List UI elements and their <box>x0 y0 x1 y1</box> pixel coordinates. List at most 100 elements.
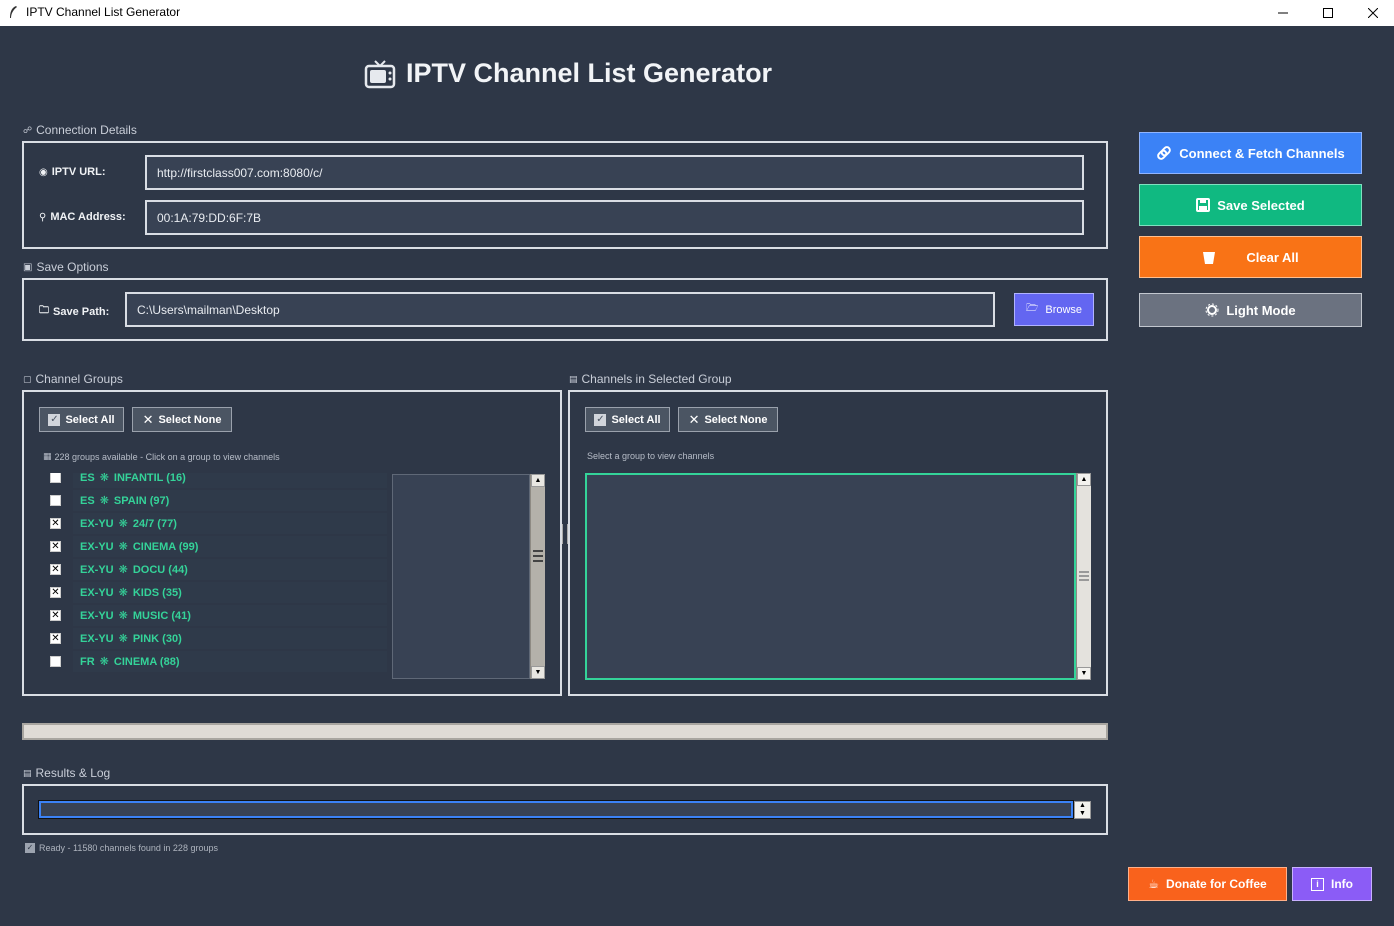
group-label: EX-YU ❋ DOCU (44) <box>73 559 387 580</box>
trash-icon <box>1203 252 1216 264</box>
light-mode-label: Light Mode <box>1226 302 1296 318</box>
donate-label: Donate for Coffee <box>1166 877 1267 891</box>
check-icon: ✓ <box>48 413 61 426</box>
group-checkbox[interactable]: ✕ <box>50 610 61 621</box>
progress-bar <box>22 723 1108 740</box>
info-button[interactable]: i Info <box>1292 867 1372 901</box>
group-label: EX-YU ❋ KIDS (35) <box>73 582 387 603</box>
group-list[interactable]: ES ❋ INFANTIL (16) ES ❋ SPAIN (97) ✕ EX-YU ❋ 2… <box>39 473 389 679</box>
group-checkbox[interactable] <box>50 473 61 483</box>
status-text: Ready - 11580 channels found in 228 grou… <box>39 843 218 853</box>
groups-info: ▦ 228 groups available - Click on a grou… <box>43 451 280 462</box>
channels-select-none-button[interactable]: ✕ Select None <box>678 407 778 432</box>
list-item[interactable]: ✕ EX-YU ❋ CINEMA (99) <box>39 535 389 558</box>
group-list-scrollbar[interactable]: ▲ ▼ <box>530 474 545 679</box>
list-item[interactable]: ✕ EX-YU ❋ MUSIC (41) <box>39 604 389 627</box>
clear-all-button[interactable]: Clear All <box>1139 236 1362 278</box>
channel-list-scrollbar[interactable]: ▲ ▼ <box>1076 473 1091 680</box>
group-label: EX-YU ❋ 24/7 (77) <box>73 513 387 534</box>
check-icon: ✓ <box>594 413 607 426</box>
clear-all-label: Clear All <box>1246 249 1299 265</box>
x-icon: ✕ <box>688 411 700 427</box>
channels-select-all-button[interactable]: ✓ Select All <box>585 407 670 432</box>
donate-button[interactable]: ☕ Donate for Coffee <box>1128 867 1287 901</box>
app-header: IPTV Channel List Generator <box>364 58 772 89</box>
save-section-label: ▣ Save Options <box>23 260 109 274</box>
connect-fetch-label: Connect & Fetch Channels <box>1179 145 1345 161</box>
save-selected-label: Save Selected <box>1217 197 1305 213</box>
scroll-down-arrow[interactable]: ▼ <box>1077 667 1091 680</box>
log-section-title: Results & Log <box>35 766 111 780</box>
sparkle-icon: ❋ <box>99 656 109 668</box>
group-checkbox[interactable]: ✕ <box>50 518 61 529</box>
window-titlebar: IPTV Channel List Generator <box>0 0 1394 26</box>
sparkle-icon: ❋ <box>118 518 128 530</box>
scroll-grip <box>1079 571 1089 573</box>
light-mode-button[interactable]: Light Mode <box>1139 293 1362 327</box>
mac-label: ⚲ MAC Address: <box>39 211 126 223</box>
list-item[interactable]: ✕ EX-YU ❋ 24/7 (77) <box>39 512 389 535</box>
connection-section-label: ☍ Connection Details <box>23 123 137 137</box>
groups-select-all-label: Select All <box>65 413 115 426</box>
save-selected-button[interactable]: Save Selected <box>1139 184 1362 226</box>
group-checkbox[interactable]: ✕ <box>50 541 61 552</box>
log-scrollbar[interactable]: ▲ ▼ <box>1074 801 1091 819</box>
channels-info-text: Select a group to view channels <box>587 451 715 461</box>
group-checkbox[interactable]: ✕ <box>50 633 61 644</box>
window-title: IPTV Channel List Generator <box>26 5 181 19</box>
scroll-grip <box>533 550 543 552</box>
log-text-area[interactable] <box>38 800 1074 819</box>
save-path-input[interactable]: C:\Users\mailman\Desktop <box>125 292 995 327</box>
close-button[interactable] <box>1350 0 1394 26</box>
floppy-icon: ▣ <box>23 261 33 273</box>
check-box-icon: ✓ <box>25 843 35 853</box>
save-section-title: Save Options <box>36 260 109 274</box>
url-input[interactable]: http://firstclass007.com:8080/c/ <box>145 155 1084 190</box>
group-checkbox[interactable]: ✕ <box>50 564 61 575</box>
list-item[interactable]: ES ❋ INFANTIL (16) <box>39 473 389 489</box>
clipboard-icon: ▤ <box>23 767 32 778</box>
list-item[interactable]: ✕ EX-YU ❋ KIDS (35) <box>39 581 389 604</box>
x-icon: ✕ <box>142 411 154 427</box>
channel-list[interactable] <box>585 473 1076 680</box>
channels-select-none-label: Select None <box>704 413 768 426</box>
sparkle-icon: ❋ <box>118 564 128 576</box>
browse-button[interactable]: 🗁 Browse <box>1014 293 1094 326</box>
minimize-button[interactable] <box>1260 0 1306 26</box>
scroll-up-arrow[interactable]: ▲ <box>1077 473 1091 486</box>
browse-label: Browse <box>1045 303 1083 316</box>
list-item[interactable]: ✕ EX-YU ❋ PINK (30) <box>39 627 389 650</box>
save-icon <box>1196 198 1211 212</box>
sparkle-icon: ❋ <box>118 587 128 599</box>
list-item[interactable]: ✕ EX-YU ❋ DOCU (44) <box>39 558 389 581</box>
groups-select-none-label: Select None <box>158 413 222 426</box>
groups-select-all-button[interactable]: ✓ Select All <box>39 407 124 432</box>
scroll-up-arrow[interactable]: ▲ <box>531 474 545 487</box>
group-checkbox[interactable]: ✕ <box>50 587 61 598</box>
scroll-grip <box>533 560 543 562</box>
group-checkbox[interactable] <box>50 495 61 506</box>
close-icon <box>1368 8 1378 18</box>
groups-section-label: ▢ Channel Groups <box>23 372 123 386</box>
group-label: EX-YU ❋ PINK (30) <box>73 628 387 649</box>
scroll-down-arrow[interactable]: ▼ <box>531 666 545 679</box>
channels-section-title: Channels in Selected Group <box>581 372 732 386</box>
groups-section-title: Channel Groups <box>35 372 123 386</box>
group-checkbox[interactable] <box>50 656 61 667</box>
scroll-grip <box>533 555 543 557</box>
channels-info: Select a group to view channels <box>587 451 714 461</box>
list-item[interactable]: FR ❋ CINEMA (88) <box>39 650 389 673</box>
globe-icon: ◉ <box>39 166 48 178</box>
groups-select-none-button[interactable]: ✕ Select None <box>132 407 232 432</box>
mac-input[interactable]: 00:1A:79:DD:6F:7B <box>145 200 1084 235</box>
sparkle-icon: ❋ <box>118 610 128 622</box>
mac-label-text: MAC Address: <box>50 211 126 223</box>
scroll-grip <box>1079 579 1089 581</box>
list-item[interactable]: ES ❋ SPAIN (97) <box>39 489 389 512</box>
maximize-button[interactable] <box>1305 0 1351 26</box>
connect-fetch-button[interactable]: Connect & Fetch Channels <box>1139 132 1362 174</box>
tv-small-icon: ▢ <box>23 373 32 384</box>
url-label-text: IPTV URL: <box>51 166 106 178</box>
minimize-icon <box>1278 12 1288 14</box>
url-label: ◉ IPTV URL: <box>39 166 106 178</box>
